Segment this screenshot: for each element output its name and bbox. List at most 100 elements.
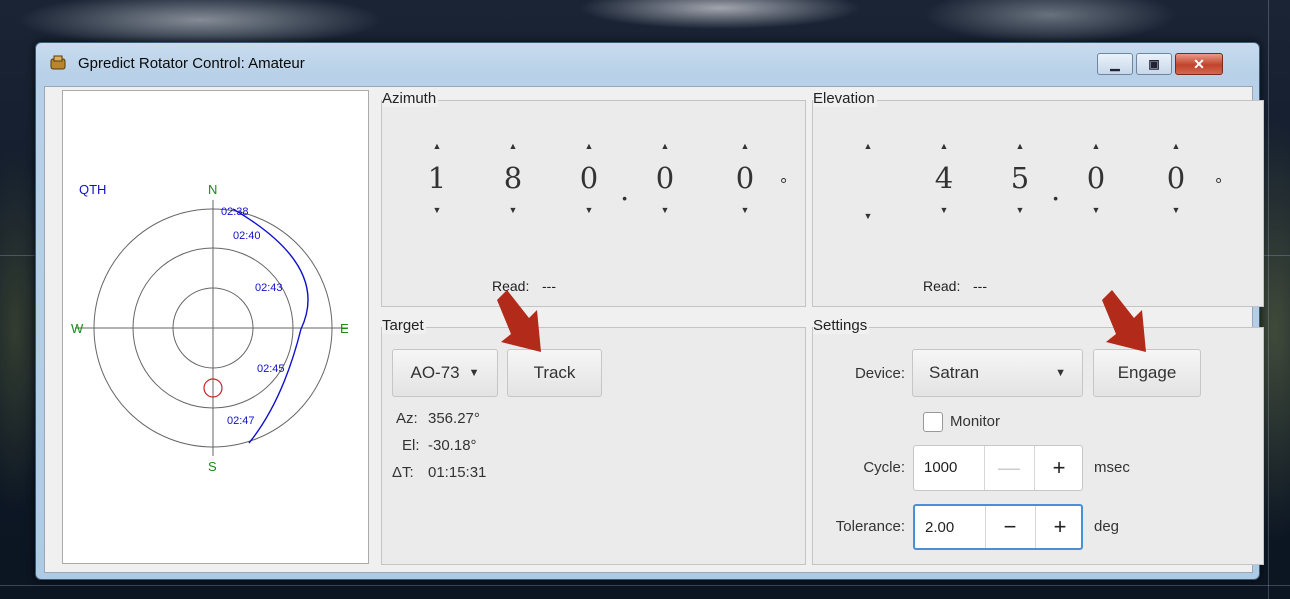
el-read-label: Read: xyxy=(923,278,961,294)
el-value: -30.18° xyxy=(428,437,477,454)
az-decimal-point: . xyxy=(620,173,630,207)
el-decimal-point: . xyxy=(1051,173,1061,207)
down-icon[interactable]: ▼ xyxy=(730,205,760,215)
tolerance-value[interactable]: 2.00 xyxy=(925,519,954,536)
az-digit-tenths: ▲ 0 ▼ xyxy=(650,141,680,215)
az-digit-ones: ▲ 0 ▼ xyxy=(574,141,604,215)
tolerance-label: Tolerance: xyxy=(835,518,905,535)
down-icon[interactable]: ▼ xyxy=(574,205,604,215)
tolerance-unit: deg xyxy=(1094,518,1120,535)
satellite-select[interactable]: AO-73 ▼ xyxy=(392,349,498,397)
el-digit-hundredths: ▲ 0 ▼ xyxy=(1161,141,1191,215)
up-icon[interactable]: ▲ xyxy=(730,141,760,151)
chevron-down-icon: ▼ xyxy=(468,367,480,379)
down-icon[interactable]: ▼ xyxy=(422,205,452,215)
up-icon[interactable]: ▲ xyxy=(650,141,680,151)
time-label: 02:38 xyxy=(221,206,249,218)
az-value: 356.27° xyxy=(428,410,480,427)
cycle-value[interactable]: 1000 xyxy=(924,459,957,476)
minus-icon[interactable]: — xyxy=(984,446,1033,490)
az-digit: 8 xyxy=(503,161,523,195)
up-icon[interactable]: ▲ xyxy=(498,141,528,151)
tolerance-spinner: 2.00 − + xyxy=(913,504,1083,550)
up-icon[interactable]: ▲ xyxy=(1005,141,1035,151)
map-grid-line xyxy=(1268,0,1269,599)
az-digit-hundreds: ▲ 1 ▼ xyxy=(422,141,452,215)
az-digit-tens: ▲ 8 ▼ xyxy=(498,141,528,215)
down-icon[interactable]: ▼ xyxy=(498,205,528,215)
down-icon[interactable]: ▼ xyxy=(1161,205,1191,215)
dt-label: ΔT: xyxy=(392,464,414,481)
window-title: Gpredict Rotator Control: Amateur xyxy=(78,55,305,72)
el-digit-tens: ▲ 4 ▼ xyxy=(929,141,959,215)
az-digit: 1 xyxy=(427,161,447,195)
close-button[interactable]: ✕ xyxy=(1175,53,1223,75)
up-icon[interactable]: ▲ xyxy=(853,141,883,151)
plus-icon[interactable]: + xyxy=(1034,446,1083,490)
window-client-area: QTH N S E W 02:38 02:40 02:43 02:45 02:4… xyxy=(44,86,1264,573)
maximize-button[interactable]: ▣ xyxy=(1136,53,1172,75)
cycle-spinner: 1000 — + xyxy=(913,445,1083,491)
polar-plot-canvas: QTH N S E W 02:38 02:40 02:43 02:45 02:4… xyxy=(71,182,349,474)
device-label: Device: xyxy=(854,365,905,382)
el-degree-symbol: ° xyxy=(1215,175,1223,195)
el-digit: 5 xyxy=(1010,161,1030,195)
time-label: 02:45 xyxy=(257,363,285,375)
up-icon[interactable]: ▲ xyxy=(1081,141,1111,151)
monitor-checkbox[interactable] xyxy=(923,412,943,432)
maximize-icon: ▣ xyxy=(1148,57,1160,71)
az-digit-hundredths: ▲ 0 ▼ xyxy=(730,141,760,215)
cycle-label: Cycle: xyxy=(863,459,905,476)
close-icon: ✕ xyxy=(1193,56,1205,72)
el-digit-tenths: ▲ 0 ▼ xyxy=(1081,141,1111,215)
target-group: Target AO-73 ▼ Track Az: 356.27° El: -30… xyxy=(381,317,806,565)
app-icon xyxy=(50,55,66,70)
el-digit: 0 xyxy=(1086,161,1106,195)
up-icon[interactable]: ▲ xyxy=(574,141,604,151)
cycle-unit: msec xyxy=(1094,459,1130,476)
el-label: El: xyxy=(402,437,420,454)
compass-n: N xyxy=(208,182,217,197)
compass-w: W xyxy=(71,321,84,336)
target-legend: Target xyxy=(382,317,426,334)
az-label: Az: xyxy=(396,410,418,427)
el-digit: 0 xyxy=(1166,161,1186,195)
chevron-down-icon: ▼ xyxy=(1055,367,1066,379)
minus-icon[interactable]: − xyxy=(985,506,1034,548)
minimize-icon: ▁ xyxy=(1110,57,1120,71)
down-icon[interactable]: ▼ xyxy=(650,205,680,215)
el-digit: 4 xyxy=(934,161,954,195)
elevation-legend: Elevation xyxy=(813,90,877,107)
minimize-button[interactable]: ▁ xyxy=(1097,53,1133,75)
az-digit: 0 xyxy=(579,161,599,195)
time-label: 02:47 xyxy=(227,415,255,427)
az-digit: 0 xyxy=(735,161,755,195)
arrow-annotation-track xyxy=(497,290,541,352)
azimuth-legend: Azimuth xyxy=(382,90,439,107)
down-icon[interactable]: ▼ xyxy=(1081,205,1111,215)
up-icon[interactable]: ▲ xyxy=(422,141,452,151)
up-icon[interactable]: ▲ xyxy=(929,141,959,151)
azimuth-group: Azimuth ▲ 1 ▼ ▲ 8 ▼ ▲ 0 ▼ . ▲ 0 ▼ ▲ 0 ▼ … xyxy=(381,90,806,307)
device-select[interactable]: Satran ▼ xyxy=(912,349,1083,397)
settings-legend: Settings xyxy=(813,317,870,334)
down-icon[interactable]: ▼ xyxy=(929,205,959,215)
title-bar[interactable]: Gpredict Rotator Control: Amateur ▁ ▣ ✕ xyxy=(36,43,1259,83)
down-icon[interactable]: ▼ xyxy=(853,211,883,221)
device-select-value: Satran xyxy=(929,363,980,382)
el-digit-hundreds: ▲ ▼ xyxy=(853,141,883,221)
settings-group: Settings Device: Satran ▼ Engage Monitor… xyxy=(812,317,1264,565)
rotator-control-window: Gpredict Rotator Control: Amateur ▁ ▣ ✕ … xyxy=(35,42,1264,580)
down-icon[interactable]: ▼ xyxy=(1005,205,1035,215)
plus-icon[interactable]: + xyxy=(1035,506,1084,548)
el-read-value: --- xyxy=(973,278,987,294)
compass-s: S xyxy=(208,459,217,474)
up-icon[interactable]: ▲ xyxy=(1161,141,1191,151)
monitor-label: Monitor xyxy=(950,413,1001,430)
qth-label: QTH xyxy=(79,182,106,197)
elevation-group: Elevation ▲ ▼ ▲ 4 ▼ ▲ 5 ▼ . ▲ 0 ▼ ▲ 0 ▼ … xyxy=(812,90,1264,307)
el-digit-ones: ▲ 5 ▼ xyxy=(1005,141,1035,215)
az-digit: 0 xyxy=(655,161,675,195)
time-label: 02:40 xyxy=(233,230,261,242)
az-degree-symbol: ° xyxy=(780,175,788,195)
